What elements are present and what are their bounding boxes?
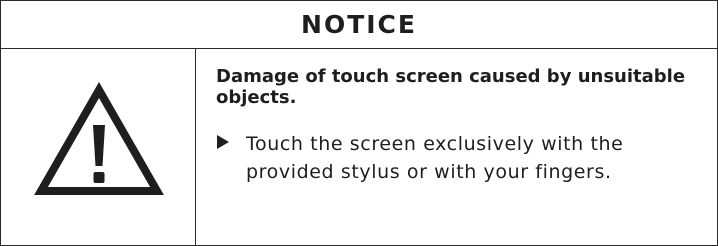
hazard-statement: Damage of touch screen caused by unsuita… [216, 66, 686, 108]
notice-content-cell: Damage of touch screen caused by unsuita… [196, 49, 717, 245]
notice-header: NOTICE [1, 1, 717, 49]
warning-triangle-icon [34, 81, 164, 195]
notice-icon-cell [1, 49, 196, 245]
notice-box: NOTICE Damage of touch screen caused by … [0, 0, 718, 246]
instruction-text: Touch the screen exclusively with the pr… [246, 133, 624, 183]
triangle-right-bullet-icon [217, 135, 229, 149]
instruction-item: Touch the screen exclusively with the pr… [216, 130, 711, 186]
notice-title: NOTICE [301, 10, 417, 39]
